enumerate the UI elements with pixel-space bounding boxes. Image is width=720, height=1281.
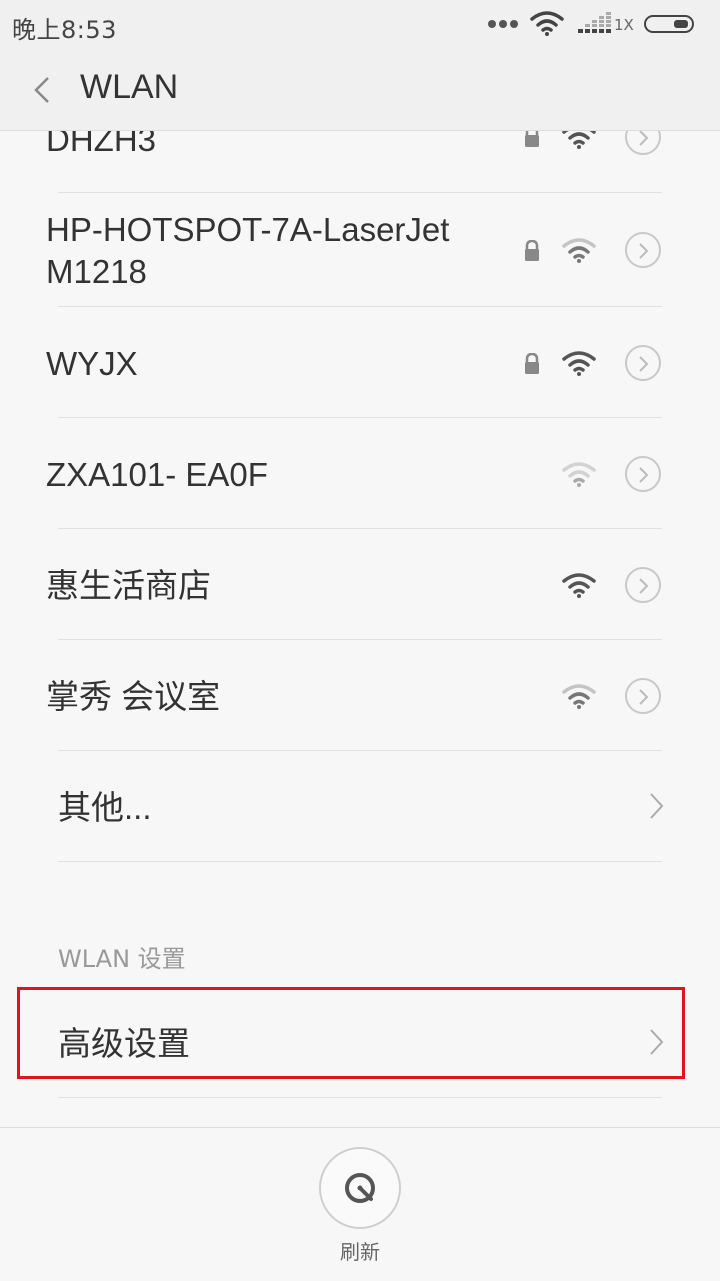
network-details-button[interactable] [625, 131, 661, 155]
network-name: ZXA101- EA0F [46, 456, 268, 493]
wifi-signal-medium-icon [562, 684, 596, 709]
network-details-button[interactable] [625, 345, 661, 381]
network-name: HP-HOTSPOT-7A-LaserJet M1218 [46, 211, 450, 290]
status-bar: 晚上8:53 1X [0, 0, 720, 50]
network-name: WYJX [46, 345, 138, 382]
cell-signal-icon [578, 12, 611, 33]
network-row[interactable]: ZXA101- EA0F [0, 418, 720, 529]
wifi-signal-strong-icon [562, 573, 596, 598]
divider [58, 1097, 662, 1098]
network-type-label: 1X [614, 16, 634, 34]
network-row[interactable]: 惠生活商店 [0, 529, 720, 640]
divider [58, 861, 662, 862]
network-row[interactable]: 掌秀 会议室 [0, 640, 720, 751]
bottom-bar: 刷新 [0, 1127, 720, 1281]
network-details-button[interactable] [625, 456, 661, 492]
refresh-icon [345, 1173, 375, 1203]
lock-icon [525, 353, 539, 374]
wifi-signal-medium-icon [562, 238, 596, 263]
refresh-label: 刷新 [340, 1240, 380, 1264]
network-row[interactable]: WYJX [0, 307, 720, 418]
network-name: 掌秀 会议室 [46, 678, 221, 715]
title-bar: WLAN [0, 50, 720, 131]
network-row[interactable]: HP-HOTSPOT-7A-LaserJet M1218 [0, 193, 720, 307]
wifi-signal-weak-icon [562, 462, 596, 487]
highlight-box [17, 987, 685, 1079]
wifi-signal-strong-icon [562, 351, 596, 376]
wifi-network-list: DHZH3 HP-HOTSPOT-7A-LaserJet M1218 WYJX … [0, 131, 720, 1126]
network-details-button[interactable] [625, 567, 661, 603]
lock-icon [525, 131, 539, 147]
wifi-status-icon [530, 11, 564, 36]
network-name: DHZH3 [46, 131, 157, 158]
battery-icon [644, 15, 694, 33]
status-time: 晚上8:53 [12, 16, 117, 44]
wifi-signal-strong-icon [562, 131, 596, 149]
other-networks-label: 其他... [58, 789, 152, 826]
back-arrow-icon[interactable] [28, 72, 58, 108]
chevron-right-icon [650, 793, 664, 819]
network-row[interactable]: DHZH3 [0, 131, 720, 193]
network-name: 惠生活商店 [46, 567, 211, 604]
other-networks-item[interactable]: 其他... [0, 751, 720, 862]
page-title: WLAN [80, 68, 179, 106]
lock-icon [525, 240, 539, 261]
network-details-button[interactable] [625, 678, 661, 714]
more-dots-icon [488, 20, 518, 30]
refresh-button[interactable] [319, 1147, 401, 1229]
network-details-button[interactable] [625, 232, 661, 268]
section-header-wlan-settings: WLAN 设置 [58, 945, 186, 973]
